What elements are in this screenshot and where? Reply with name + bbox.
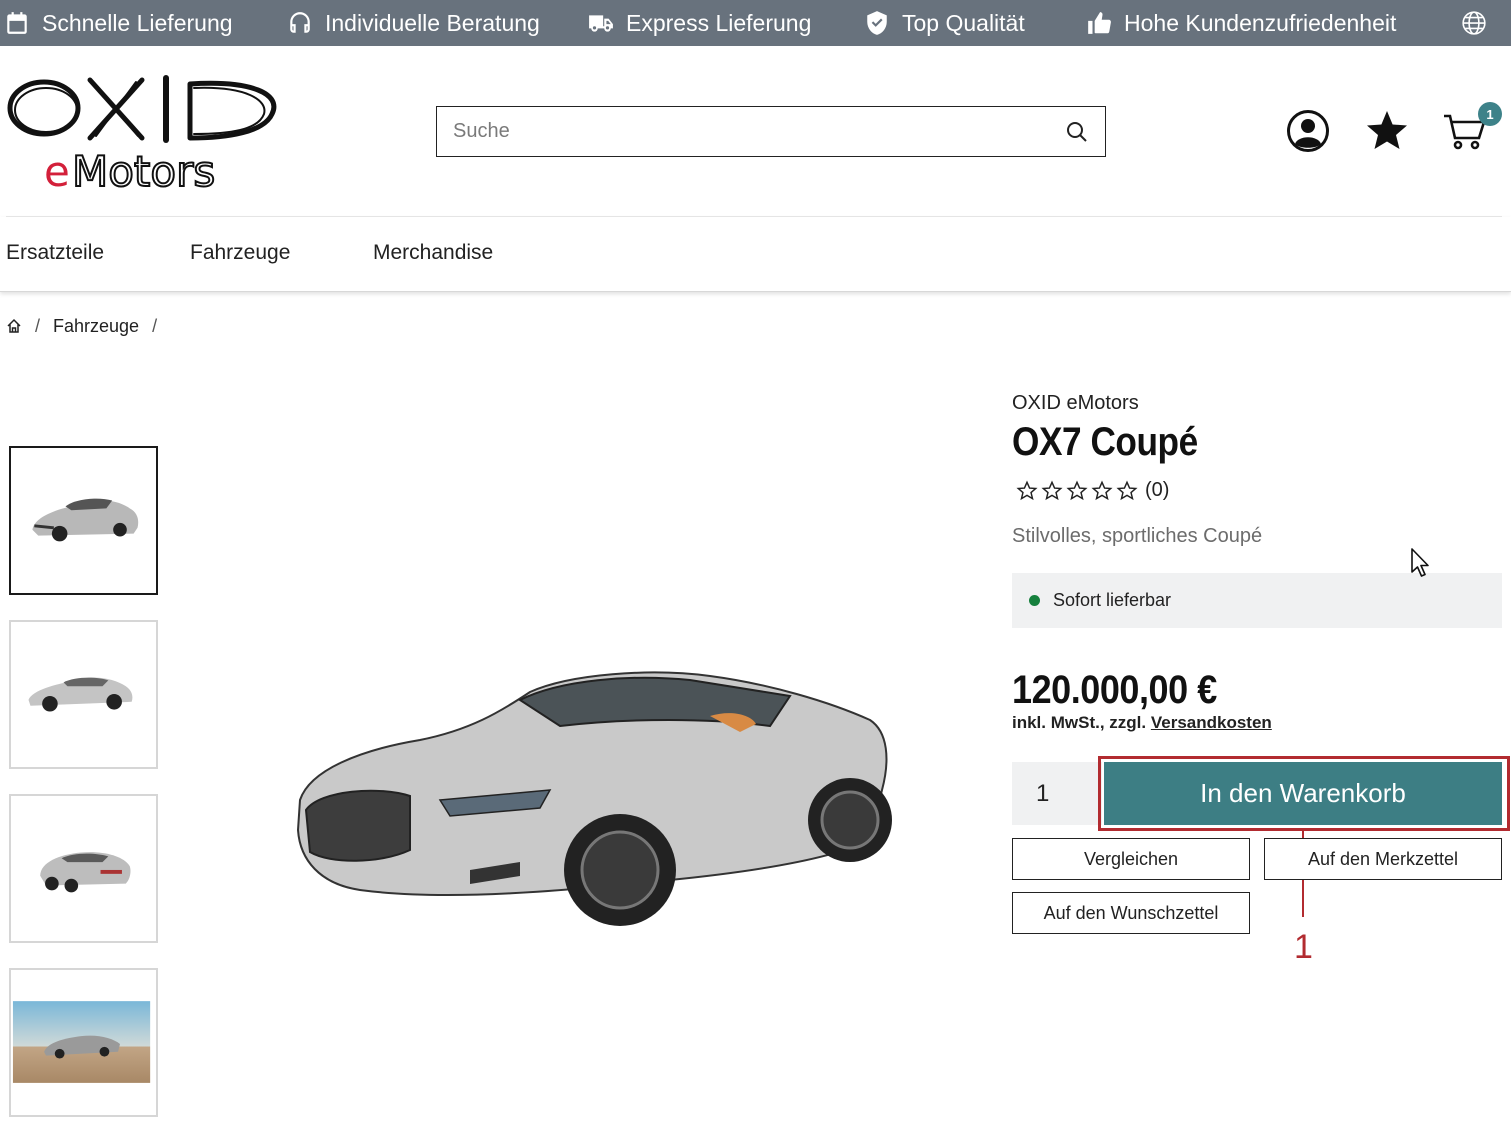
top-benefit-bar: Schnelle Lieferung Individuelle Beratung… xyxy=(0,0,1511,46)
breadcrumb-separator: / xyxy=(152,315,158,336)
shield-check-icon xyxy=(867,11,887,35)
benefit-label: Top Qualität xyxy=(902,9,1025,36)
svg-text:e: e xyxy=(44,147,70,196)
account-icon[interactable] xyxy=(1285,108,1331,154)
benefit-quality: Top Qualität xyxy=(864,0,1025,46)
main-navigation: Ersatzteile Fahrzeuge Merchandise xyxy=(0,217,1511,292)
rating-count: (0) xyxy=(1145,479,1170,501)
breadcrumb: / Fahrzeuge / xyxy=(6,314,170,338)
car-front-thumbnail-image xyxy=(32,498,139,542)
headset-icon xyxy=(290,12,310,33)
benefit-label: Schnelle Lieferung xyxy=(42,9,233,36)
annotation-callout-number: 1 xyxy=(1294,928,1313,966)
benefit-label: Hohe Kundenzufriedenheit xyxy=(1124,9,1397,36)
compare-button[interactable]: Vergleichen xyxy=(1012,838,1250,880)
star-outline-icon xyxy=(1066,479,1088,500)
product-thumbnail[interactable] xyxy=(9,794,158,943)
search-button[interactable] xyxy=(1049,107,1105,156)
stock-label: Sofort lieferbar xyxy=(1053,590,1172,610)
product-thumbnail[interactable] xyxy=(9,968,158,1117)
search-bar xyxy=(436,106,1106,157)
truck-icon xyxy=(589,15,613,32)
quantity-input[interactable] xyxy=(1012,762,1102,825)
favorites-star-icon[interactable] xyxy=(1364,108,1410,154)
shop-logo[interactable]: e Motors xyxy=(6,66,278,197)
tax-text: inkl. MwSt., zzgl. xyxy=(1012,713,1147,732)
product-rating[interactable]: (0) xyxy=(1016,479,1169,502)
add-to-cart-button[interactable]: In den Warenkorb xyxy=(1104,762,1502,825)
svg-text:Motors: Motors xyxy=(72,147,215,196)
star-outline-icon xyxy=(1016,479,1038,500)
product-thumbnail[interactable] xyxy=(9,446,158,595)
stock-indicator-dot xyxy=(1029,595,1040,606)
nav-item-ersatzteile[interactable]: Ersatzteile xyxy=(6,241,104,265)
breadcrumb-item-fahrzeuge[interactable]: Fahrzeuge xyxy=(53,316,139,337)
star-outline-icon xyxy=(1041,479,1063,500)
benefit-fast-delivery: Schnelle Lieferung xyxy=(4,0,233,46)
search-icon xyxy=(1067,121,1087,142)
mouse-cursor-icon xyxy=(1411,548,1429,577)
calendar-icon xyxy=(7,12,27,34)
benefit-express: Express Lieferung xyxy=(588,0,811,46)
globe-icon[interactable] xyxy=(1461,10,1487,36)
notice-list-button[interactable]: Auf den Merkzettel xyxy=(1264,838,1502,880)
car-desert-thumbnail-image xyxy=(12,1001,151,1083)
product-brand[interactable]: OXID eMotors xyxy=(1012,392,1139,415)
product-thumbnail[interactable] xyxy=(9,620,158,769)
benefit-consulting: Individuelle Beratung xyxy=(287,0,540,46)
cart-count-badge: 1 xyxy=(1478,102,1502,126)
product-short-description: Stilvolles, sportliches Coupé xyxy=(1012,525,1263,547)
star-outline-icon xyxy=(1116,479,1138,500)
oxid-emotors-logo: e Motors xyxy=(7,75,277,197)
breadcrumb-separator: / xyxy=(35,315,41,336)
product-price: 120.000,00 € xyxy=(1012,668,1217,712)
car-side-thumbnail-image xyxy=(28,677,133,712)
product-title: OX7 Coupé xyxy=(1012,420,1198,464)
thumbs-up-icon xyxy=(1088,12,1111,34)
product-main-image[interactable] xyxy=(270,640,910,940)
shipping-costs-link[interactable]: Versandkosten xyxy=(1151,713,1272,732)
nav-item-fahrzeuge[interactable]: Fahrzeuge xyxy=(190,241,290,265)
wish-list-button[interactable]: Auf den Wunschzettel xyxy=(1012,892,1250,934)
home-icon[interactable] xyxy=(6,318,22,334)
benefit-label: Individuelle Beratung xyxy=(325,9,540,36)
nav-item-merchandise[interactable]: Merchandise xyxy=(373,241,493,265)
car-rear-thumbnail-image xyxy=(40,852,131,893)
stock-status: Sofort lieferbar xyxy=(1012,573,1502,628)
tax-info: inkl. MwSt., zzgl. Versandkosten xyxy=(1012,713,1272,733)
benefit-satisfaction: Hohe Kundenzufriedenheit xyxy=(1086,0,1396,46)
benefit-label: Express Lieferung xyxy=(626,9,812,36)
search-input[interactable] xyxy=(437,107,1049,156)
star-outline-icon xyxy=(1091,479,1113,500)
